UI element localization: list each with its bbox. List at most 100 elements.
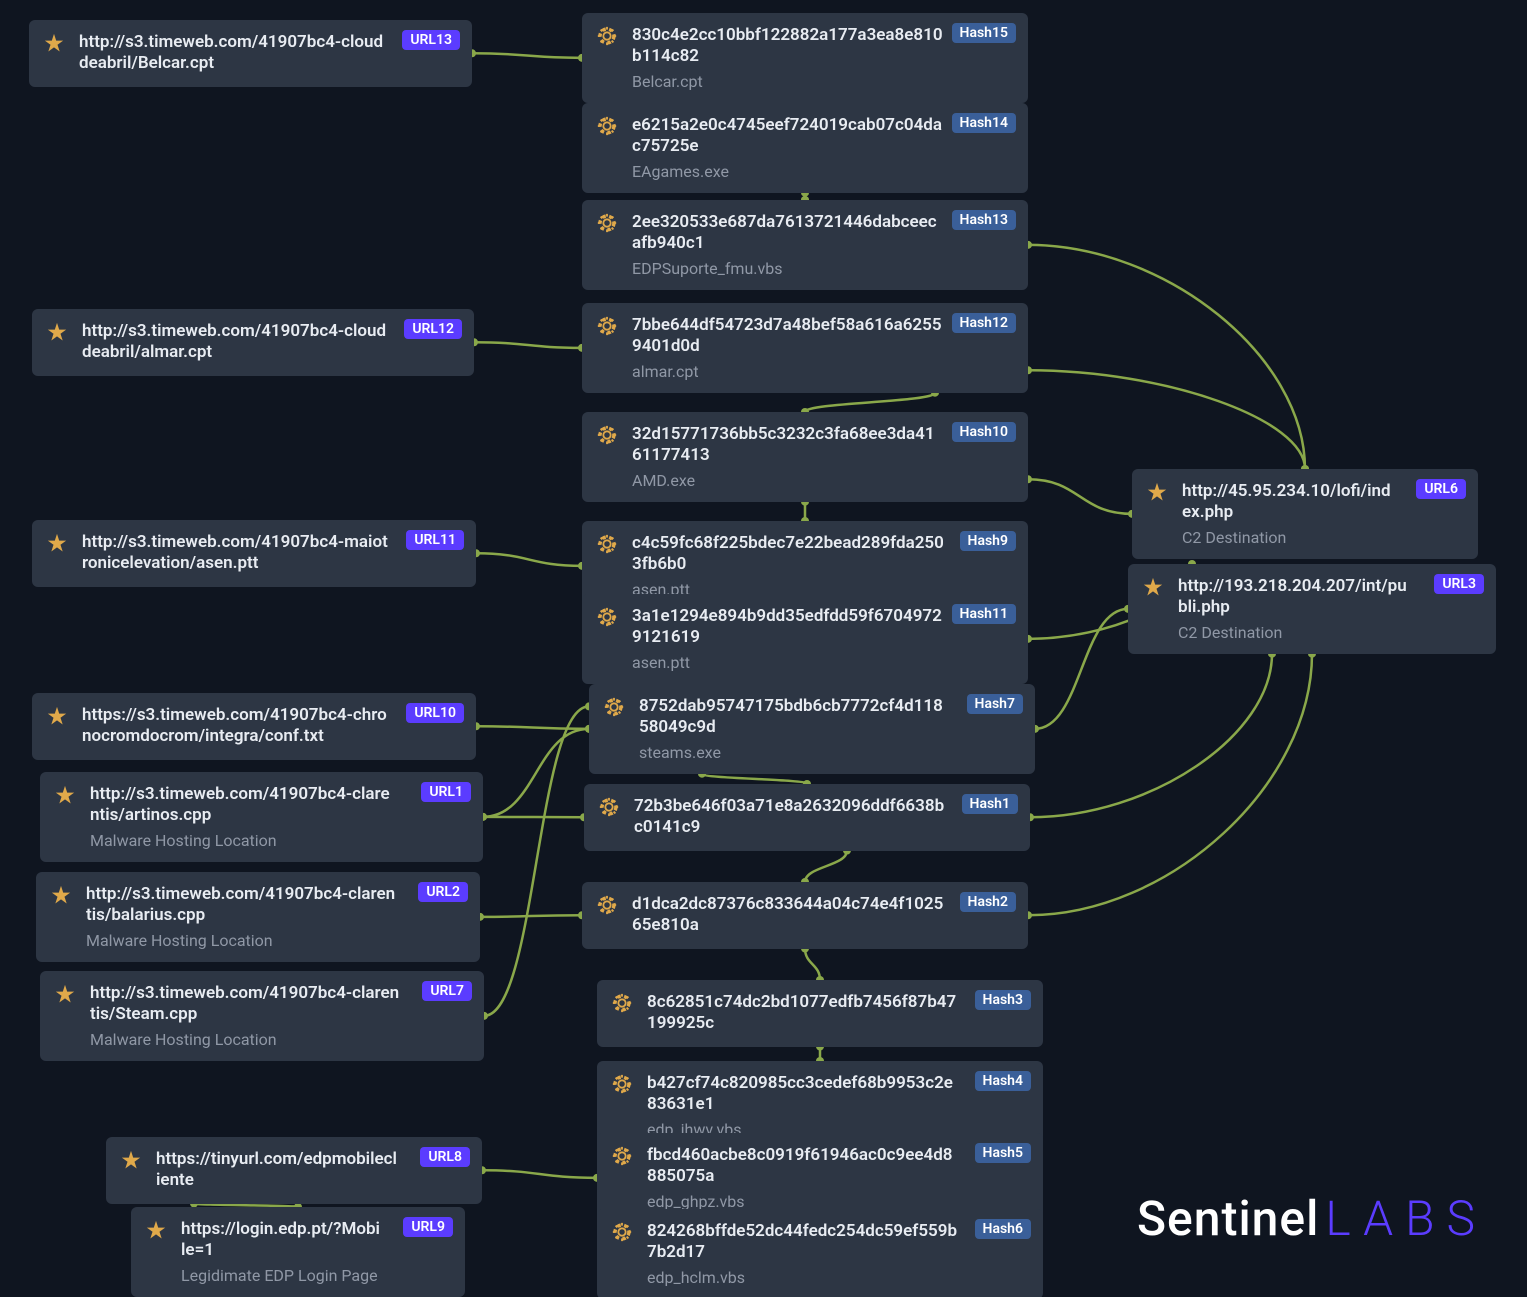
node-url8[interactable]: https://tinyurl.com/edpmobileclienteURL8 <box>106 1137 482 1204</box>
node-hash3[interactable]: 8c62851c74dc2bd1077edfb7456f87b47199925c… <box>597 980 1043 1047</box>
node-hash1[interactable]: 72b3be646f03a71e8a2632096ddf6638bc0141c9… <box>584 784 1030 851</box>
edge <box>482 1170 597 1178</box>
virus-icon <box>596 606 618 628</box>
edge <box>476 553 582 566</box>
node-subtitle: edp_hclm.vbs <box>647 1268 1029 1287</box>
node-badge: Hash13 <box>952 210 1016 230</box>
virus-icon <box>596 315 618 337</box>
edge <box>1035 609 1128 729</box>
virus-icon <box>596 424 618 446</box>
virus-icon <box>611 1073 633 1095</box>
node-url11[interactable]: http://s3.timeweb.com/41907bc4-maiotroni… <box>32 520 476 587</box>
node-url13[interactable]: http://s3.timeweb.com/41907bc4-clouddeab… <box>29 20 472 87</box>
edge <box>702 774 807 784</box>
star-icon <box>54 983 76 1005</box>
node-badge: URL2 <box>418 882 468 902</box>
star-icon <box>1146 481 1168 503</box>
logo-sentinel: Sentinel <box>1137 1190 1319 1247</box>
virus-icon <box>596 894 618 916</box>
node-badge: Hash3 <box>975 990 1031 1010</box>
star-icon <box>43 32 65 54</box>
node-subtitle: almar.cpt <box>632 362 1014 381</box>
node-badge: URL13 <box>402 30 460 50</box>
node-badge: URL6 <box>1416 479 1466 499</box>
star-icon <box>46 321 68 343</box>
node-subtitle: Malware Hosting Location <box>86 931 466 950</box>
node-badge: Hash5 <box>975 1143 1031 1163</box>
node-badge: Hash2 <box>960 892 1016 912</box>
node-url12[interactable]: http://s3.timeweb.com/41907bc4-clouddeab… <box>32 309 474 376</box>
star-icon <box>46 705 68 727</box>
edge <box>1028 370 1305 469</box>
star-icon <box>54 784 76 806</box>
node-title: 72b3be646f03a71e8a2632096ddf6638bc0141c9 <box>634 796 1016 839</box>
node-badge: URL11 <box>406 530 464 550</box>
node-hash7[interactable]: 8752dab95747175bdb6cb7772cf4d11858049c9d… <box>589 684 1035 774</box>
node-badge: Hash11 <box>952 604 1016 624</box>
edge <box>472 53 582 58</box>
node-title: 824268bffde52dc44fedc254dc59ef559b7b2d17 <box>647 1221 1029 1264</box>
edge <box>1028 479 1132 514</box>
node-badge: Hash15 <box>952 23 1016 43</box>
node-subtitle: EDPSuporte_fmu.vbs <box>632 259 1014 278</box>
star-icon <box>50 884 72 906</box>
node-badge: URL10 <box>406 703 464 723</box>
node-title: 8752dab95747175bdb6cb7772cf4d11858049c9d <box>639 696 1021 739</box>
node-subtitle: C2 Destination <box>1178 623 1482 642</box>
edge <box>476 726 589 729</box>
node-hash14[interactable]: e6215a2e0c4745eef724019cab07c04dac75725e… <box>582 103 1028 193</box>
node-subtitle: edp_ghpz.vbs <box>647 1192 1029 1211</box>
edge <box>1030 654 1272 818</box>
node-url9[interactable]: https://login.edp.pt/?Mobile=1Legidimate… <box>131 1207 465 1297</box>
edge <box>805 851 847 883</box>
logo-labs: LABS <box>1325 1190 1487 1247</box>
node-subtitle: Belcar.cpt <box>632 72 1014 91</box>
node-title: b427cf74c820985cc3cedef68b9953c2e83631e1 <box>647 1073 1029 1116</box>
virus-icon <box>603 696 625 718</box>
node-badge: URL1 <box>421 782 471 802</box>
node-url2[interactable]: http://s3.timeweb.com/41907bc4-clarentis… <box>36 872 480 962</box>
edge <box>480 915 582 917</box>
node-hash6[interactable]: 824268bffde52dc44fedc254dc59ef559b7b2d17… <box>597 1209 1043 1297</box>
node-url10[interactable]: https://s3.timeweb.com/41907bc4-chronocr… <box>32 693 476 760</box>
virus-icon <box>596 533 618 555</box>
virus-icon <box>611 1221 633 1243</box>
virus-icon <box>611 1145 633 1167</box>
node-title: c4c59fc68f225bdec7e22bead289fda2503fb6b0 <box>632 533 1014 576</box>
node-badge: Hash4 <box>975 1071 1031 1091</box>
node-url3[interactable]: http://193.218.204.207/int/publi.phpC2 D… <box>1128 564 1496 654</box>
node-title: http://s3.timeweb.com/41907bc4-clarentis… <box>90 784 469 827</box>
node-badge: URL7 <box>422 981 472 1001</box>
node-hash11[interactable]: 3a1e1294e894b9dd35edfdd59f67049729121619… <box>582 594 1028 684</box>
node-title: http://s3.timeweb.com/41907bc4-clarentis… <box>86 884 466 927</box>
edge <box>484 706 589 1015</box>
star-icon <box>145 1219 167 1241</box>
node-title: http://s3.timeweb.com/41907bc4-clarentis… <box>90 983 470 1026</box>
node-title: http://s3.timeweb.com/41907bc4-maiotroni… <box>82 532 462 575</box>
node-badge: Hash12 <box>952 313 1016 333</box>
edge <box>805 949 820 981</box>
node-url7[interactable]: http://s3.timeweb.com/41907bc4-clarentis… <box>40 971 484 1061</box>
node-badge: URL12 <box>404 319 462 339</box>
node-badge: Hash14 <box>952 113 1016 133</box>
node-url1[interactable]: http://s3.timeweb.com/41907bc4-clarentis… <box>40 772 483 862</box>
edge <box>483 729 589 817</box>
node-badge: Hash7 <box>967 694 1023 714</box>
node-badge: Hash1 <box>962 794 1018 814</box>
edge <box>474 342 582 348</box>
node-title: http://s3.timeweb.com/41907bc4-clouddeab… <box>82 321 460 364</box>
node-hash12[interactable]: 7bbe644df54723d7a48bef58a616a62559401d0d… <box>582 303 1028 393</box>
edge <box>805 393 935 412</box>
node-badge: Hash9 <box>960 531 1016 551</box>
node-hash10[interactable]: 32d15771736bb5c3232c3fa68ee3da4161177413… <box>582 412 1028 502</box>
node-hash13[interactable]: 2ee320533e687da7613721446dabceecafb940c1… <box>582 200 1028 290</box>
node-badge: URL3 <box>1434 574 1484 594</box>
node-url6[interactable]: http://45.95.234.10/lofi/index.phpC2 Des… <box>1132 469 1478 559</box>
node-title: http://s3.timeweb.com/41907bc4-clouddeab… <box>79 32 458 75</box>
node-hash2[interactable]: d1dca2dc87376c833644a04c74e4f102565e810a… <box>582 882 1028 949</box>
node-hash15[interactable]: 830c4e2cc10bbf122882a177a3ea8e810b114c82… <box>582 13 1028 103</box>
node-badge: Hash6 <box>975 1219 1031 1239</box>
node-subtitle: Malware Hosting Location <box>90 1030 470 1049</box>
edge <box>1028 654 1312 916</box>
node-subtitle: steams.exe <box>639 743 1021 762</box>
